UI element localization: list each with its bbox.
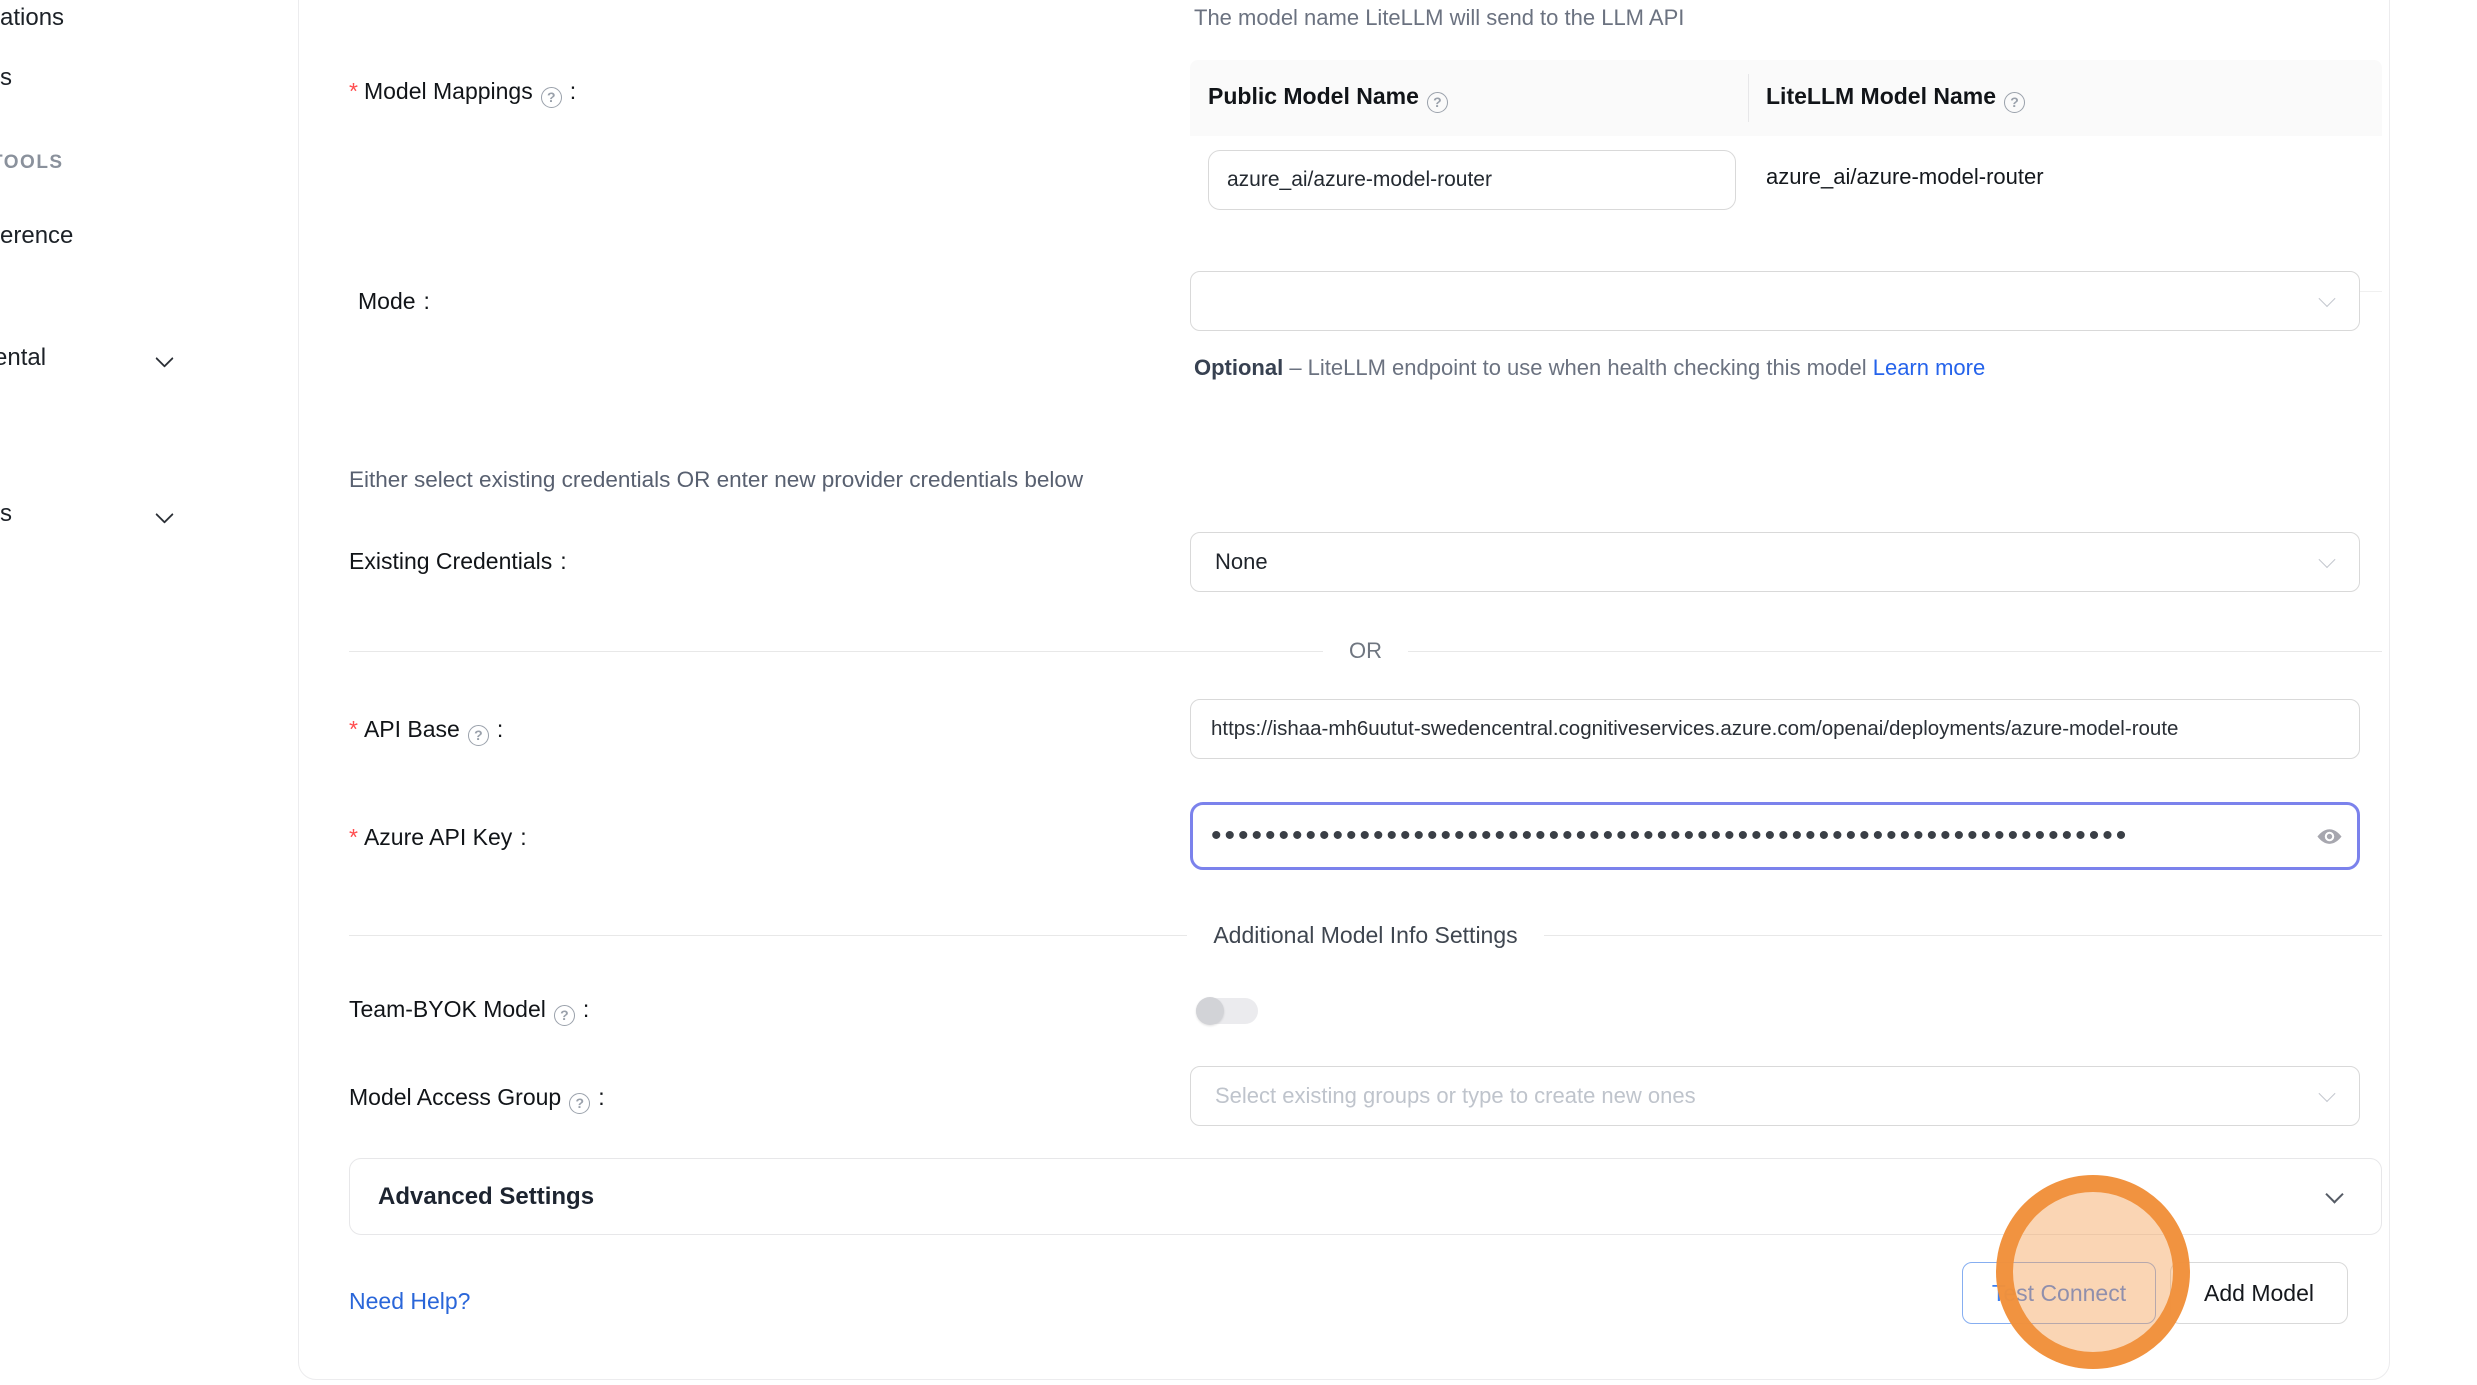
required-asterisk: * xyxy=(349,78,358,104)
or-divider: OR xyxy=(349,638,2382,664)
need-help-link[interactable]: Need Help? xyxy=(349,1288,470,1315)
azure-api-key-field xyxy=(1190,802,2360,870)
chevron-down-icon xyxy=(2325,1185,2343,1203)
add-model-page: ations s TOOLS erence ental s The model … xyxy=(0,0,2477,1385)
azure-api-key-input[interactable] xyxy=(1193,819,2307,853)
column-divider xyxy=(1748,74,1749,122)
toggle-key-visibility-button[interactable] xyxy=(2307,814,2351,858)
required-asterisk: * xyxy=(349,824,358,850)
question-circle-icon[interactable]: ? xyxy=(541,87,562,108)
toggle-knob-icon xyxy=(1196,997,1224,1025)
sidebar-item-reference[interactable]: erence xyxy=(0,222,73,250)
model-name-hint: The model name LiteLLM will send to the … xyxy=(1194,5,1684,31)
question-circle-icon[interactable]: ? xyxy=(1427,92,1448,113)
learn-more-link[interactable]: Learn more xyxy=(1873,355,1986,380)
model-access-group-placeholder: Select existing groups or type to create… xyxy=(1191,1083,1696,1109)
team-byok-label: Team-BYOK Model?: xyxy=(349,996,589,1026)
additional-settings-divider: Additional Model Info Settings xyxy=(349,922,2382,948)
sidebar-item-1[interactable]: s xyxy=(0,64,12,92)
model-access-group-label: Model Access Group?: xyxy=(349,1084,605,1114)
public-model-name-header: Public Model Name? xyxy=(1190,83,1748,113)
existing-credentials-label: Existing Credentials: xyxy=(349,548,567,575)
model-mappings-table: Public Model Name? LiteLLM Model Name? a… xyxy=(1190,60,2382,292)
required-asterisk: * xyxy=(349,716,358,742)
api-base-input[interactable] xyxy=(1190,699,2360,759)
existing-credentials-value: None xyxy=(1191,549,1268,575)
chevron-down-icon xyxy=(2319,551,2336,568)
sidebar-item-organizations[interactable]: ations xyxy=(0,4,64,32)
mode-hint: Optional – LiteLLM endpoint to use when … xyxy=(1194,348,2024,388)
model-mapping-row: azure_ai/azure-model-router xyxy=(1190,136,2382,292)
api-base-label: *API Base?: xyxy=(349,716,503,746)
azure-api-key-label: *Azure API Key: xyxy=(349,824,527,851)
add-model-button[interactable]: Add Model xyxy=(2170,1262,2348,1324)
optional-bold: Optional xyxy=(1194,355,1283,380)
question-circle-icon[interactable]: ? xyxy=(2004,92,2025,113)
model-access-group-select[interactable]: Select existing groups or type to create… xyxy=(1190,1066,2360,1126)
chevron-down-icon[interactable] xyxy=(155,349,173,367)
mode-select[interactable] xyxy=(1190,271,2360,331)
mode-label: Mode: xyxy=(358,288,430,315)
question-circle-icon[interactable]: ? xyxy=(468,725,489,746)
eye-icon xyxy=(2316,823,2343,850)
public-model-name-input[interactable] xyxy=(1208,150,1736,210)
litellm-model-name-value: azure_ai/azure-model-router xyxy=(1766,164,2044,190)
credentials-note: Either select existing credentials OR en… xyxy=(349,467,1083,493)
sidebar-section-tools: TOOLS xyxy=(0,152,64,174)
advanced-settings-title: Advanced Settings xyxy=(378,1183,594,1211)
chevron-down-icon xyxy=(2319,290,2336,307)
question-circle-icon[interactable]: ? xyxy=(554,1005,575,1026)
sidebar-item-experimental[interactable]: ental xyxy=(0,344,46,372)
question-circle-icon[interactable]: ? xyxy=(569,1093,590,1114)
sidebar-item-settings[interactable]: s xyxy=(0,500,12,528)
existing-credentials-select[interactable]: None xyxy=(1190,532,2360,592)
litellm-model-name-header: LiteLLM Model Name? xyxy=(1748,83,2025,113)
chevron-down-icon[interactable] xyxy=(155,505,173,523)
team-byok-toggle[interactable] xyxy=(1196,998,1258,1024)
model-mappings-label: *Model Mappings?: xyxy=(349,78,576,108)
model-mappings-table-header: Public Model Name? LiteLLM Model Name? xyxy=(1190,60,2382,136)
advanced-settings-header[interactable]: Advanced Settings xyxy=(349,1158,2382,1235)
test-connect-button[interactable]: Test Connect xyxy=(1962,1262,2156,1324)
chevron-down-icon xyxy=(2319,1085,2336,1102)
